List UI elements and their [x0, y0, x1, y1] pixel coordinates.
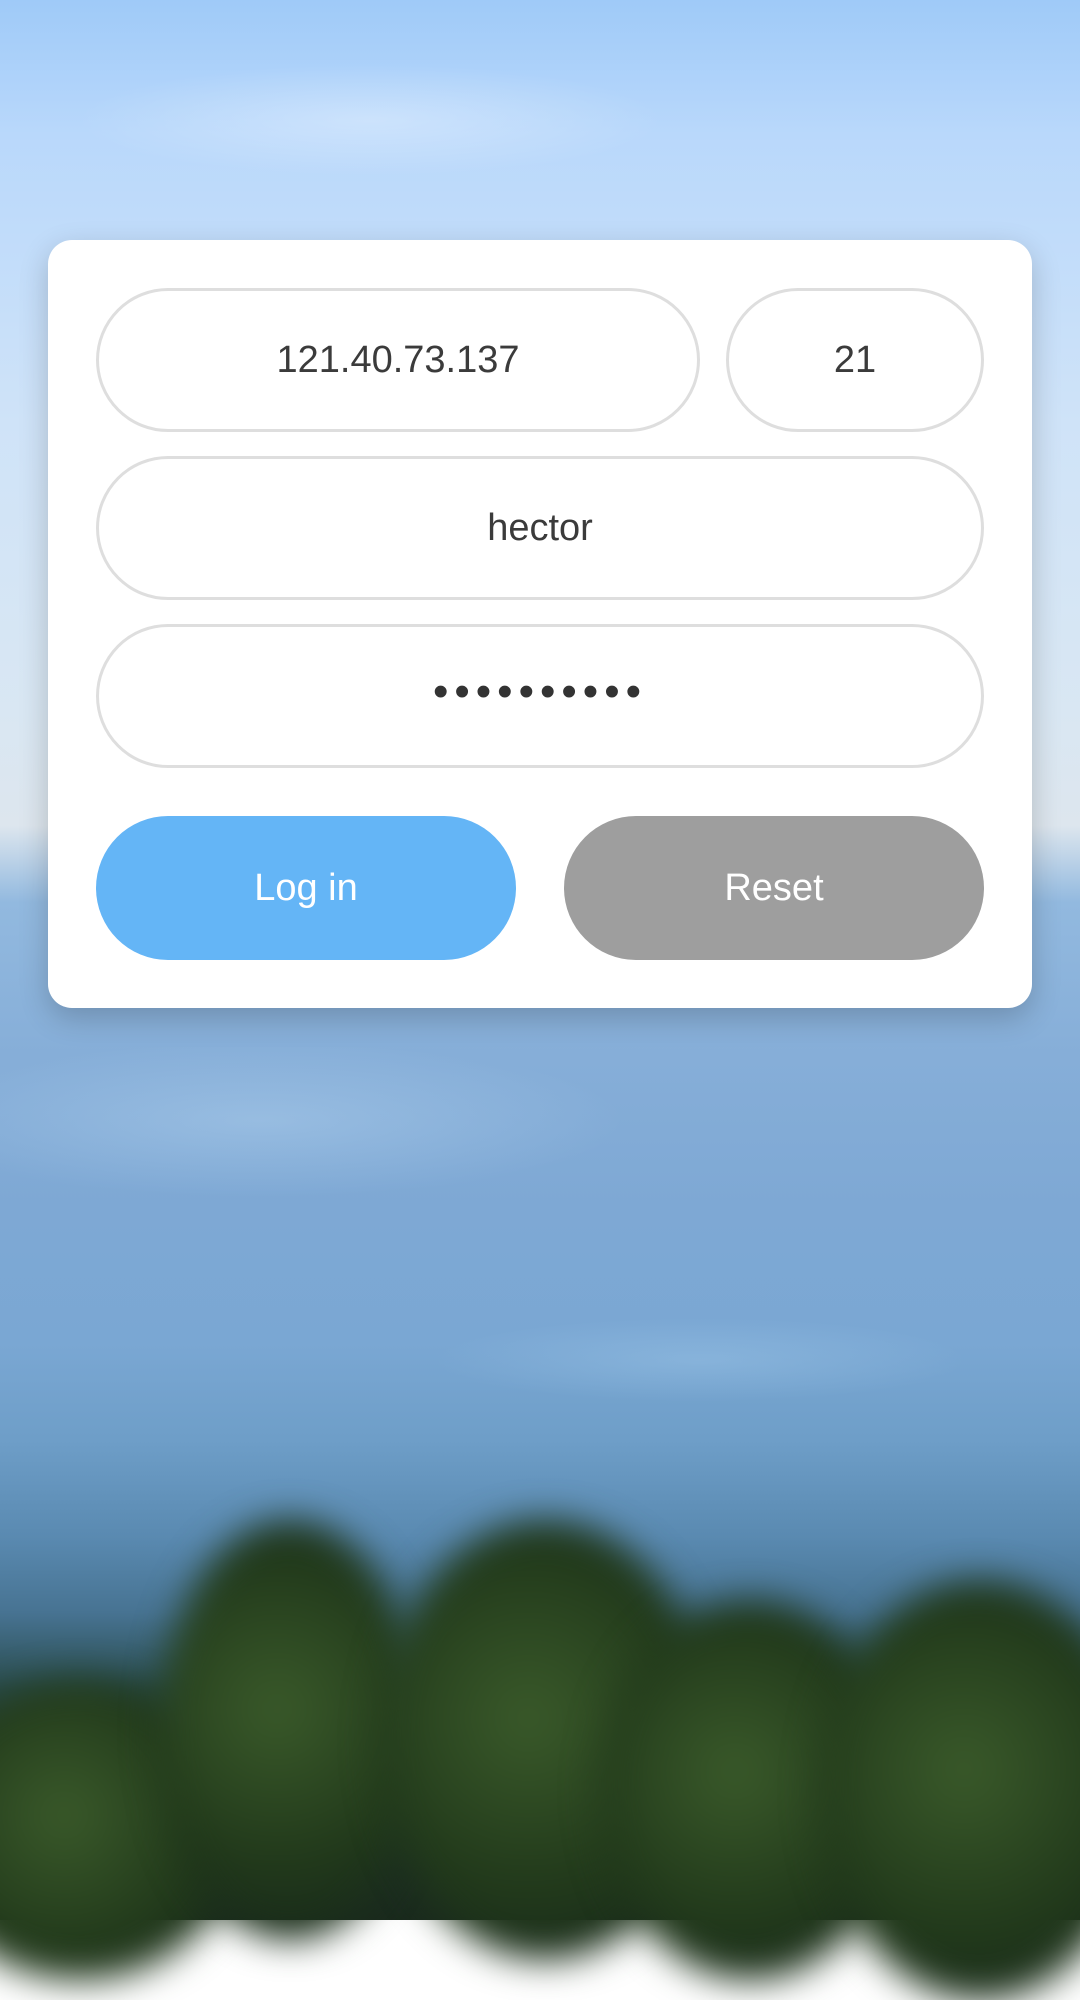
- username-field[interactable]: [96, 456, 984, 600]
- password-masked-value: ••••••••••: [432, 667, 648, 716]
- reset-button[interactable]: Reset: [564, 816, 984, 960]
- login-button-label: Log in: [254, 866, 358, 909]
- port-field[interactable]: [726, 288, 984, 432]
- host-field[interactable]: [96, 288, 700, 432]
- username-input[interactable]: [151, 506, 929, 550]
- login-button[interactable]: Log in: [96, 816, 516, 960]
- reset-button-label: Reset: [724, 866, 824, 909]
- password-field[interactable]: ••••••••••: [96, 624, 984, 768]
- port-input[interactable]: [744, 338, 966, 382]
- login-card: •••••••••• Log in Reset: [48, 240, 1032, 1008]
- host-input[interactable]: [134, 338, 662, 382]
